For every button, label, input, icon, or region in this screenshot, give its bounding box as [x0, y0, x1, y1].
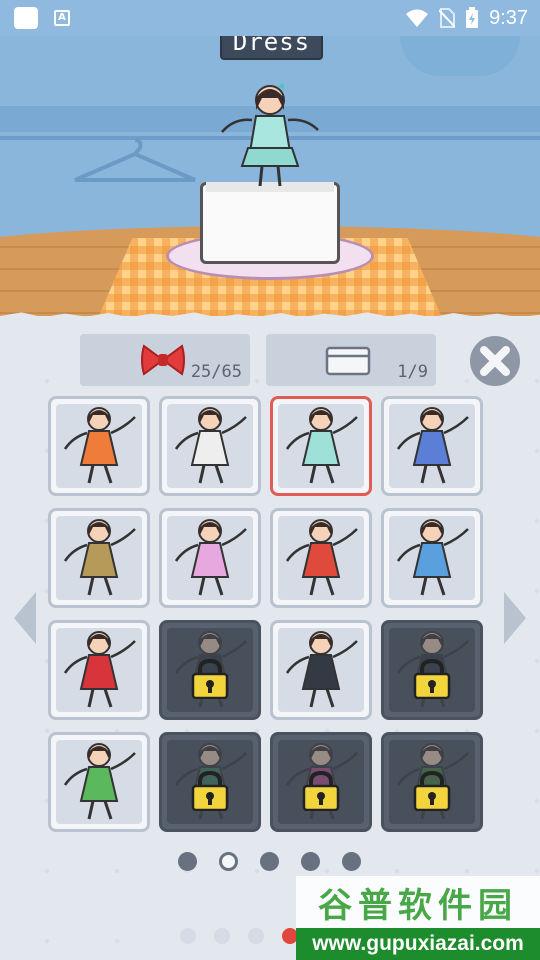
pink-bunny-suit-figure: [174, 519, 247, 596]
outfit-slot-tribal-spear[interactable]: [48, 508, 150, 608]
dressing-scene: [0, 36, 540, 316]
lock-icon: [191, 771, 229, 812]
wardrobe-panel: 25/65 1/9: [0, 312, 540, 960]
outfit-slot-mint-striped-dress[interactable]: [270, 396, 372, 496]
chevron-right-icon: [504, 592, 526, 644]
shrine-maiden-figure: [63, 631, 136, 708]
cheerleader-figure: [396, 407, 469, 484]
tribal-spear-figure: [63, 519, 136, 596]
outfit-slot-pink-bunny-suit[interactable]: [159, 508, 261, 608]
no-sim-icon: [439, 8, 456, 28]
wifi-icon: [406, 9, 429, 27]
hanger-icon: [74, 138, 196, 182]
outfit-slot-tennis[interactable]: [381, 508, 483, 608]
outfit-slot-locked-fairy[interactable]: [159, 732, 261, 832]
clock: 9:37: [489, 6, 528, 29]
page-dot[interactable]: [342, 852, 361, 871]
outfit-slot-shrine-maiden[interactable]: [48, 620, 150, 720]
battery-charging-icon: [466, 7, 479, 28]
outfit-slot-locked-ninja[interactable]: [159, 620, 261, 720]
gift-box-icon: [325, 346, 371, 376]
window-arch: [400, 36, 520, 76]
box-counter: 1/9: [266, 334, 436, 386]
mint-striped-dress-figure: [285, 407, 358, 484]
hula-figure: [63, 743, 136, 820]
lock-icon: [302, 771, 340, 812]
outfit-slot-basketball[interactable]: [270, 508, 372, 608]
outfit-slot-locked-robe[interactable]: [381, 620, 483, 720]
prev-page-arrow[interactable]: [10, 588, 40, 648]
watermark-logo: 谷普软件园 www.gupuxiazai.com: [296, 876, 540, 960]
outfit-slot-business-suit[interactable]: [270, 620, 372, 720]
tennis-figure: [396, 519, 469, 596]
bow-counter: 25/65: [80, 334, 250, 386]
page-dot[interactable]: [260, 852, 279, 871]
page-indicator: [178, 852, 361, 871]
page-dot[interactable]: [301, 852, 320, 871]
a-icon: A: [54, 10, 70, 26]
page-dot[interactable]: [178, 852, 197, 871]
close-button[interactable]: [470, 336, 520, 386]
lock-icon: [413, 659, 451, 700]
page-dot[interactable]: [219, 852, 238, 871]
orange-floral-dress-figure: [63, 407, 136, 484]
bow-icon: [141, 344, 185, 376]
ad-page-dot: [214, 928, 230, 944]
character-doll: [221, 84, 319, 187]
next-page-arrow[interactable]: [500, 588, 530, 648]
bow-count: 25/65: [190, 362, 242, 382]
ad-page-indicator: [180, 928, 298, 944]
outfit-grid: [48, 396, 488, 832]
outfit-slot-hula[interactable]: [48, 732, 150, 832]
close-icon: [480, 346, 510, 376]
ad-page-dot: [180, 928, 196, 944]
outfit-slot-orange-floral-dress[interactable]: [48, 396, 150, 496]
chevron-left-icon: [14, 592, 36, 644]
watermark-chinese: 谷普软件园: [296, 876, 540, 928]
lock-icon: [191, 659, 229, 700]
box-count: 1/9: [397, 362, 428, 382]
ad-page-dot: [248, 928, 264, 944]
app-icon: [14, 7, 38, 29]
basketball-figure: [285, 519, 358, 596]
watermark-url: www.gupuxiazai.com: [296, 928, 540, 960]
lock-icon: [413, 771, 451, 812]
white-ghost-dress-figure: [174, 407, 247, 484]
business-suit-figure: [285, 631, 358, 708]
outfit-slot-white-ghost-dress[interactable]: [159, 396, 261, 496]
outfit-slot-locked-party[interactable]: [270, 732, 372, 832]
outfit-slot-cheerleader[interactable]: [381, 396, 483, 496]
status-bar: A 9:37: [0, 0, 540, 36]
outfit-slot-locked-sword[interactable]: [381, 732, 483, 832]
